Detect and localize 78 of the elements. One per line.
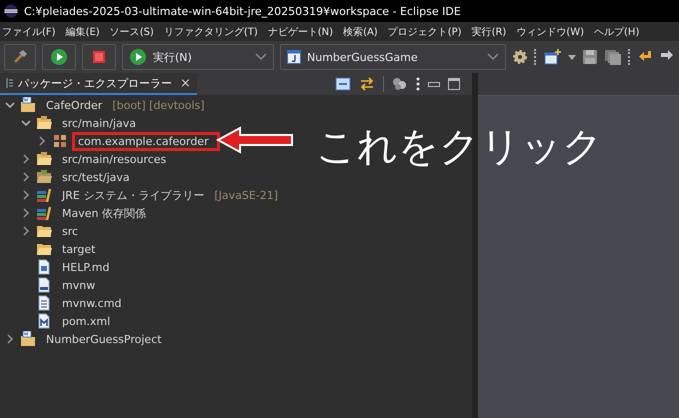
tree-item[interactable]: com.example.cafeorder (72, 132, 220, 150)
project-folder-icon (20, 97, 36, 113)
package-explorer-tab[interactable]: パッケージ・エクスプローラー × (0, 73, 197, 95)
menu-item[interactable]: ヘルプ(H) (594, 24, 640, 38)
menu-item[interactable]: ナビゲート(N) (268, 24, 334, 38)
run-button[interactable] (42, 44, 76, 70)
tree-item[interactable]: CafeOrder (40, 96, 108, 114)
tree-item-decoration: [boot] [devtools] (112, 98, 205, 112)
tree-item-decoration: [JavaSE-21] (214, 188, 278, 202)
document-icon (36, 259, 52, 275)
expanded-chevron-icon[interactable] (5, 102, 15, 108)
hammer-icon (12, 49, 28, 65)
window-title: C:¥pleiades-2025-03-ultimate-win-64bit-jre_20250319¥workspace - Eclipse IDE (24, 4, 461, 18)
close-tab-button[interactable]: × (180, 76, 191, 90)
minimize-icon[interactable] (428, 82, 440, 86)
tree-item[interactable]: Maven 依存関係 (56, 202, 152, 224)
project-folder-icon (20, 331, 36, 347)
source-folder-icon (36, 115, 52, 131)
tree-item[interactable]: src/main/resources (56, 150, 172, 168)
folder-icon (36, 223, 52, 239)
menu-item[interactable]: ソース(S) (110, 24, 154, 38)
tree-item[interactable]: src/test/java (56, 168, 136, 186)
play-icon (129, 48, 147, 66)
menu-item[interactable]: ウィンドウ(W) (516, 24, 584, 38)
tree-item[interactable]: HELP.md (56, 258, 116, 276)
stop-button[interactable] (82, 44, 116, 70)
launch-configuration-dropdown[interactable]: NumberGuessGame (280, 44, 506, 70)
tree-item[interactable]: JRE システム・ライブラリー (56, 184, 210, 206)
collapse-all-icon[interactable] (335, 77, 351, 91)
new-window-icon[interactable] (544, 49, 562, 65)
tree-item[interactable]: NumberGuessProject (40, 330, 168, 348)
collapsed-chevron-icon[interactable] (22, 208, 30, 218)
chevron-down-icon (487, 53, 499, 61)
tree-item[interactable]: src/main/java (56, 114, 142, 132)
collapsed-chevron-icon[interactable] (22, 190, 30, 200)
collapsed-chevron-icon[interactable] (6, 334, 14, 344)
tree-item[interactable]: src (56, 222, 84, 240)
save-icon[interactable] (582, 49, 598, 65)
maven-file-icon (36, 313, 52, 329)
save-all-icon[interactable] (604, 49, 622, 65)
java-file-icon (287, 50, 301, 64)
filter-icon[interactable] (392, 77, 408, 91)
test-folder-icon (36, 169, 52, 185)
chevron-down-icon (255, 53, 267, 61)
menu-item[interactable]: ファイル(F) (2, 24, 56, 38)
menu-item[interactable]: 編集(E) (66, 24, 100, 38)
binary-file-icon (36, 277, 52, 293)
collapsed-chevron-icon[interactable] (22, 226, 30, 236)
maximize-icon[interactable] (448, 78, 460, 90)
stop-icon (92, 50, 106, 64)
menu-item[interactable]: プロジェクト(P) (388, 24, 462, 38)
build-button[interactable] (4, 44, 36, 70)
run-mode-dropdown[interactable]: 実行(N) (122, 44, 274, 70)
more-options-icon[interactable] (416, 77, 420, 91)
tree-item[interactable]: target (56, 240, 102, 258)
collapsed-chevron-icon[interactable] (38, 136, 46, 146)
play-icon (50, 48, 68, 66)
expanded-chevron-icon[interactable] (21, 120, 31, 126)
package-icon (52, 133, 68, 149)
dropdown-arrow-icon[interactable] (568, 54, 576, 60)
menu-item[interactable]: 実行(R) (472, 24, 506, 38)
collapsed-chevron-icon[interactable] (22, 172, 30, 182)
settings-icon[interactable] (512, 49, 528, 65)
eclipse-logo-icon (4, 4, 18, 18)
library-books-icon (36, 205, 52, 221)
text-file-icon (36, 295, 52, 311)
view-icon (6, 77, 14, 89)
menu-item[interactable]: 検索(A) (343, 24, 378, 38)
folder-icon (36, 241, 52, 257)
tree-item[interactable]: pom.xml (56, 312, 116, 330)
link-with-editor-icon[interactable] (359, 77, 375, 91)
tree-item[interactable]: mvnw.cmd (56, 294, 128, 312)
library-books-icon (36, 187, 52, 203)
callout-text: これをクリック (316, 123, 603, 172)
collapsed-chevron-icon[interactable] (22, 154, 30, 164)
tree-item[interactable]: mvnw (56, 276, 102, 294)
source-folder-icon (36, 151, 52, 167)
menu-item[interactable]: リファクタリング(T) (164, 24, 258, 38)
